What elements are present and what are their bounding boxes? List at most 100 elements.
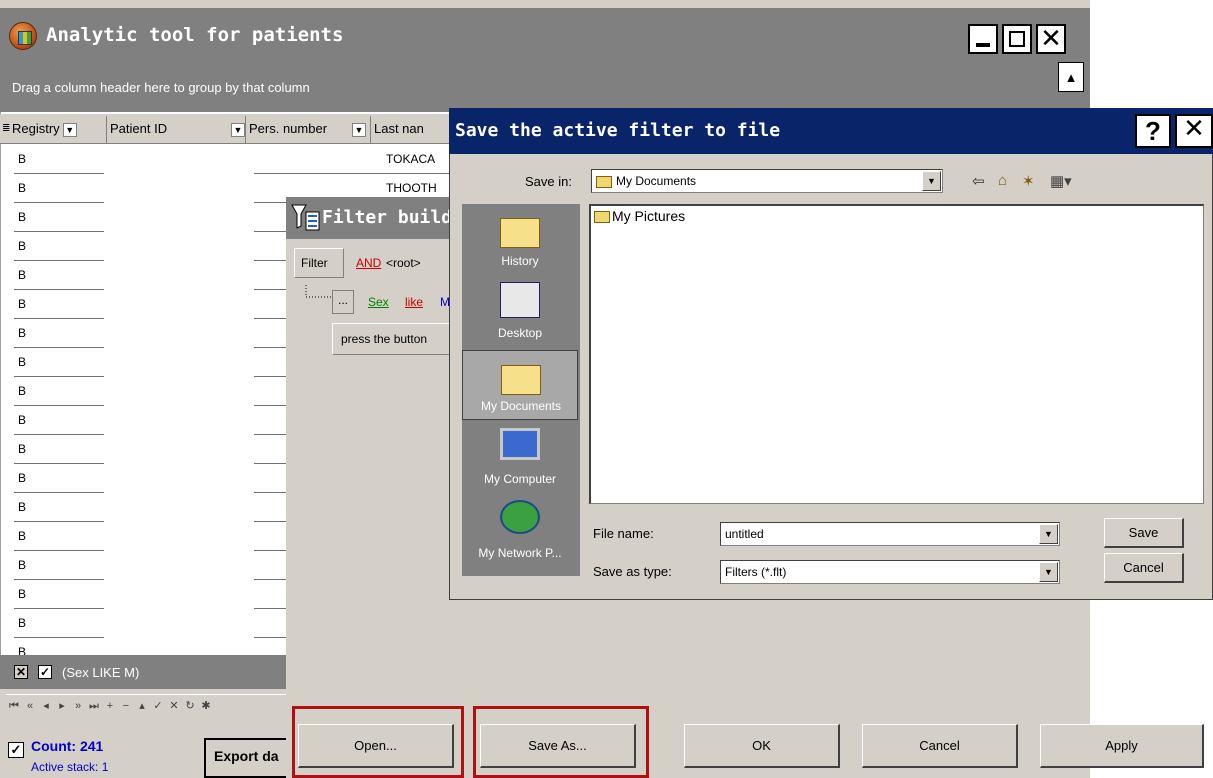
patient-id-cell xyxy=(104,376,254,405)
place-history[interactable]: History xyxy=(462,204,578,274)
patient-id-cell xyxy=(104,579,254,608)
next-record-icon[interactable]: ▸ xyxy=(54,695,70,717)
count-checkbox[interactable]: ✓ xyxy=(8,742,24,758)
registry-cell: B xyxy=(18,471,27,485)
cancel-button[interactable]: Cancel xyxy=(862,724,1018,768)
refresh-icon[interactable]: ↻ xyxy=(182,695,198,717)
next-page-icon[interactable]: » xyxy=(70,695,86,717)
registry-cell: B xyxy=(18,384,27,398)
registry-cell: B xyxy=(18,616,27,630)
main-title-bar: Analytic tool for patients ✕ xyxy=(0,8,1090,64)
save-as-type-dropdown[interactable]: Filters (*.flt) ▼ xyxy=(720,560,1060,584)
column-header-label: Last nan xyxy=(374,121,424,136)
patient-id-cell xyxy=(104,608,254,637)
column-header-last-name[interactable]: Last nan xyxy=(374,118,424,140)
patient-id-cell xyxy=(104,260,254,289)
place-label: My Network P... xyxy=(478,546,562,560)
bookmark-icon[interactable]: ✱ xyxy=(198,695,214,717)
column-chooser-icon[interactable]: ≣ xyxy=(2,118,10,140)
column-header-label: Patient ID xyxy=(110,121,168,136)
patient-id-cell xyxy=(104,289,254,318)
save-as-type-label: Save as type: xyxy=(593,564,672,579)
ok-button[interactable]: OK xyxy=(684,724,840,768)
pers-number-filter-dropdown[interactable]: ▼ xyxy=(349,118,366,140)
place-my-computer[interactable]: My Computer xyxy=(462,422,578,492)
up-folder-icon[interactable]: ⌂ xyxy=(998,172,1007,189)
delete-record-icon[interactable]: − xyxy=(118,695,134,717)
last-page-icon[interactable]: ⏭ xyxy=(86,695,102,717)
dropdown-arrow-icon[interactable]: ▼ xyxy=(231,122,245,137)
edit-record-icon[interactable]: ▴ xyxy=(134,695,150,717)
dialog-save-button[interactable]: Save xyxy=(1104,518,1184,548)
my-documents-icon xyxy=(501,365,541,395)
column-header-pers-number[interactable]: Pers. number xyxy=(249,118,327,140)
dialog-close-button[interactable]: ✕ xyxy=(1175,114,1213,148)
cancel-edit-icon[interactable]: ✕ xyxy=(166,695,182,717)
filter-builder-title: Filter builde xyxy=(322,207,463,228)
insert-record-icon[interactable]: + xyxy=(102,695,118,717)
column-header-patient-id[interactable]: Patient ID xyxy=(110,118,167,140)
file-list[interactable] xyxy=(589,204,1204,504)
registry-cell: B xyxy=(18,529,27,543)
export-data-button[interactable]: Export da xyxy=(204,738,290,778)
place-my-network[interactable]: My Network P... xyxy=(462,496,578,566)
help-button[interactable]: ? xyxy=(1135,114,1171,148)
place-label: History xyxy=(501,254,539,268)
close-button[interactable]: ✕ xyxy=(1036,24,1066,54)
active-filter-text[interactable]: (Sex LIKE M) xyxy=(62,665,139,680)
dialog-title: Save the active filter to file xyxy=(455,120,781,141)
file-name-input[interactable]: untitled ▼ xyxy=(720,522,1060,546)
patient-id-cell xyxy=(104,347,254,376)
add-condition-button[interactable]: press the button xyxy=(332,323,456,355)
dropdown-arrow-icon: ▼ xyxy=(1039,524,1058,544)
apply-button[interactable]: Apply xyxy=(1040,724,1204,768)
registry-cell: B xyxy=(18,181,27,195)
view-menu-icon[interactable]: ▦▾ xyxy=(1050,172,1072,190)
dropdown-arrow-icon: ▼ xyxy=(922,171,941,191)
filter-menu-button[interactable]: Filter xyxy=(294,248,344,278)
condition-menu-button[interactable]: ... xyxy=(332,290,354,314)
save-in-dropdown[interactable]: My Documents ▼ xyxy=(591,169,943,193)
dropdown-arrow-icon[interactable]: ▼ xyxy=(62,122,77,137)
column-header-registry[interactable]: Registry ▼ xyxy=(12,118,77,140)
registry-cell: B xyxy=(18,558,27,572)
condition-operator-link[interactable]: like xyxy=(405,295,423,309)
file-item-my-pictures[interactable]: My Pictures xyxy=(594,208,685,224)
group-by-hint: Drag a column header here to group by th… xyxy=(12,80,310,95)
minimize-button[interactable] xyxy=(968,24,998,54)
group-operator-link[interactable]: AND xyxy=(356,256,381,270)
back-arrow-icon[interactable]: ⇦ xyxy=(972,172,985,190)
my-documents-small-icon xyxy=(596,175,612,188)
column-header-label: Pers. number xyxy=(249,121,328,136)
condition-field-link[interactable]: Sex xyxy=(368,295,389,309)
registry-cell: B xyxy=(18,442,27,456)
clear-filter-button[interactable]: ✕ xyxy=(14,665,28,679)
patient-id-cell xyxy=(104,145,254,173)
patient-id-filter-dropdown[interactable]: ▼ xyxy=(228,118,245,140)
registry-cell: B xyxy=(18,268,27,282)
filter-enabled-checkbox[interactable]: ✓ xyxy=(38,665,52,679)
prev-record-icon[interactable]: ◂ xyxy=(38,695,54,717)
save-as-type-value: Filters (*.flt) xyxy=(725,565,787,579)
app-logo-icon xyxy=(9,22,37,50)
dialog-cancel-button[interactable]: Cancel xyxy=(1104,553,1184,583)
first-page-icon[interactable]: ⏮ xyxy=(6,695,22,717)
close-icon: ✕ xyxy=(1040,24,1062,54)
post-edit-icon[interactable]: ✓ xyxy=(150,695,166,717)
place-label: My Computer xyxy=(483,472,557,486)
place-my-documents[interactable]: My Documents xyxy=(462,350,578,420)
table-row[interactable]: B TOKACA xyxy=(14,145,450,174)
place-desktop[interactable]: Desktop xyxy=(462,276,578,346)
group-by-panel[interactable]: Drag a column header here to group by th… xyxy=(0,64,1090,112)
patient-id-cell xyxy=(104,318,254,347)
scroll-up-button[interactable]: ▲ xyxy=(1058,62,1084,92)
prev-page-icon[interactable]: « xyxy=(22,695,38,717)
new-folder-icon[interactable]: ✶ xyxy=(1022,172,1035,190)
maximize-button[interactable] xyxy=(1002,24,1032,54)
places-bar: History Desktop My Documents My Computer… xyxy=(462,204,580,576)
file-name-value: untitled xyxy=(725,527,764,541)
column-header-label: Registry xyxy=(12,121,60,136)
last-name-cell: THOOTH xyxy=(386,181,437,195)
last-name-cell: TOKACA xyxy=(386,152,436,166)
dropdown-arrow-icon[interactable]: ▼ xyxy=(352,122,366,137)
